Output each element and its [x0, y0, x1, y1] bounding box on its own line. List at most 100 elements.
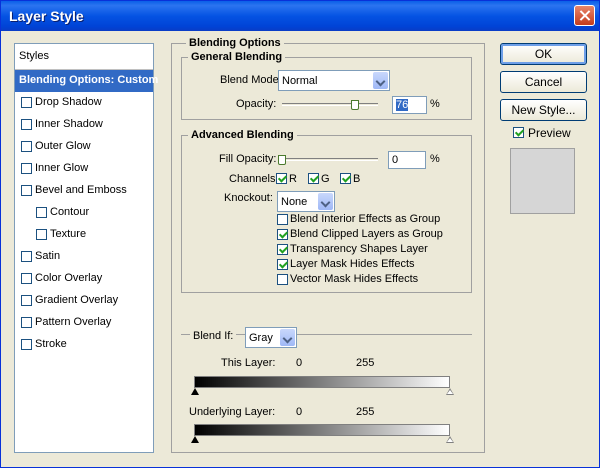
styles-header[interactable]: Styles — [15, 44, 153, 70]
fill-opacity-slider-thumb[interactable] — [278, 155, 286, 165]
advanced-option-label: Vector Mask Hides Effects — [290, 273, 419, 285]
style-item[interactable]: Satin — [15, 246, 153, 268]
general-blending-title: General Blending — [188, 51, 286, 63]
advanced-option-label: Blend Interior Effects as Group — [290, 213, 441, 225]
advanced-option-checkbox[interactable] — [277, 274, 288, 285]
advanced-option-label: Blend Clipped Layers as Group — [290, 228, 443, 240]
styles-list: Styles Blending Options: Custom Drop Shad… — [14, 43, 158, 453]
style-item-label: Bevel and Emboss — [35, 184, 127, 196]
opacity-unit: % — [430, 98, 440, 110]
fill-opacity-slider[interactable] — [278, 155, 378, 165]
style-item-checkbox[interactable] — [21, 251, 32, 262]
advanced-blending-group: Advanced Blending Fill Opacity: 0 % Chan… — [181, 129, 472, 293]
style-item[interactable]: Drop Shadow — [15, 92, 153, 114]
style-item-checkbox[interactable] — [21, 295, 32, 306]
blending-options-panel: Blending Options General Blending Blend … — [171, 37, 485, 453]
title-bar[interactable]: Layer Style — [1, 1, 599, 31]
style-item-label: Drop Shadow — [35, 96, 102, 108]
preview-swatch — [510, 148, 575, 214]
style-item-checkbox[interactable] — [21, 317, 32, 328]
this-layer-label: This Layer: — [221, 357, 276, 369]
fill-opacity-label: Fill Opacity: — [219, 153, 277, 165]
preview-checkbox[interactable] — [513, 127, 524, 138]
advanced-option-label: Layer Mask Hides Effects — [290, 258, 415, 270]
style-item-label: Gradient Overlay — [35, 294, 119, 306]
channel-b-checkbox[interactable] — [340, 173, 351, 184]
style-item-label: Satin — [35, 250, 61, 262]
channel-b-label: B — [353, 173, 361, 185]
opacity-slider-thumb[interactable] — [351, 100, 359, 110]
style-item-checkbox[interactable] — [21, 141, 32, 152]
advanced-option-checkbox[interactable] — [277, 259, 288, 270]
underlying-layer-white-slider[interactable] — [446, 436, 454, 443]
advanced-option-checkbox[interactable] — [277, 244, 288, 255]
underlying-layer-label: Underlying Layer: — [189, 406, 276, 418]
fill-opacity-unit: % — [430, 153, 440, 165]
advanced-option-label: Transparency Shapes Layer — [290, 243, 428, 255]
fill-opacity-value: 0 — [392, 154, 399, 166]
knockout-value: None — [281, 196, 308, 208]
opacity-input[interactable]: 76 — [392, 96, 427, 114]
style-item[interactable]: Gradient Overlay — [15, 290, 153, 312]
ok-button[interactable]: OK — [500, 43, 587, 65]
style-item[interactable]: Blending Options: Custom — [15, 70, 158, 92]
this-layer-black-slider[interactable] — [191, 388, 199, 395]
style-item-checkbox[interactable] — [21, 339, 32, 350]
style-item-label: Blending Options: Custom — [19, 74, 159, 86]
blend-if-label: Blend If: — [190, 330, 237, 342]
style-item[interactable]: Inner Glow — [15, 158, 153, 180]
channel-g-label: G — [321, 173, 330, 185]
advanced-option-checkbox[interactable] — [277, 229, 288, 240]
chevron-down-icon — [318, 193, 333, 210]
underlying-layer-gradient — [194, 424, 450, 436]
style-item-checkbox[interactable] — [36, 207, 47, 218]
cancel-button[interactable]: Cancel — [500, 71, 587, 93]
styles-header-label: Styles — [19, 50, 49, 62]
style-item[interactable]: Contour — [15, 202, 153, 224]
style-item[interactable]: Bevel and Emboss — [15, 180, 153, 202]
style-item-label: Contour — [50, 206, 90, 218]
knockout-select[interactable]: None — [277, 191, 335, 212]
style-item-label: Inner Shadow — [35, 118, 103, 130]
chevron-down-icon — [280, 329, 295, 346]
close-button[interactable] — [574, 5, 595, 26]
style-item[interactable]: Pattern Overlay — [15, 312, 153, 334]
style-item[interactable]: Outer Glow — [15, 136, 153, 158]
knockout-label: Knockout: — [224, 192, 273, 204]
channel-r-checkbox[interactable] — [276, 173, 287, 184]
channel-g-checkbox[interactable] — [308, 173, 319, 184]
style-item-label: Pattern Overlay — [35, 316, 112, 328]
blending-options-title: Blending Options — [186, 37, 284, 49]
window-title: Layer Style — [9, 8, 84, 24]
advanced-option-checkbox[interactable] — [277, 214, 288, 225]
opacity-label: Opacity: — [236, 98, 277, 110]
style-item[interactable]: Texture — [15, 224, 153, 246]
style-item[interactable]: Inner Shadow — [15, 114, 153, 136]
style-item-checkbox[interactable] — [21, 273, 32, 284]
blend-if-select[interactable]: Gray — [245, 327, 297, 348]
underlying-layer-black-slider[interactable] — [191, 436, 199, 443]
style-item[interactable]: Stroke — [15, 334, 153, 356]
dialog-body: Styles Blending Options: Custom Drop Shad… — [1, 31, 599, 467]
style-item-checkbox[interactable] — [21, 119, 32, 130]
style-item-checkbox[interactable] — [21, 163, 32, 174]
layer-style-dialog: Layer Style Styles Blending Options: Cus… — [0, 0, 600, 468]
blend-if-value: Gray — [249, 332, 273, 344]
fill-opacity-input[interactable]: 0 — [388, 151, 426, 169]
chevron-down-icon — [373, 72, 388, 89]
advanced-blending-title: Advanced Blending — [188, 129, 297, 141]
this-layer-white-slider[interactable] — [446, 388, 454, 395]
style-item-checkbox[interactable] — [21, 97, 32, 108]
style-item[interactable]: Color Overlay — [15, 268, 153, 290]
new-style-button[interactable]: New Style... — [500, 99, 587, 121]
blend-mode-select[interactable]: Normal — [278, 70, 390, 91]
style-item-checkbox[interactable] — [21, 185, 32, 196]
blend-mode-label: Blend Mode: — [220, 74, 282, 86]
preview-label: Preview — [528, 126, 571, 140]
this-layer-min-value: 0 — [296, 357, 303, 369]
style-item-checkbox[interactable] — [36, 229, 47, 240]
blend-if-group: Blend If: Gray This Layer: 0 255 Underly… — [181, 327, 472, 450]
style-item-label: Inner Glow — [35, 162, 89, 174]
this-layer-gradient — [194, 376, 450, 388]
opacity-slider[interactable] — [282, 100, 378, 110]
